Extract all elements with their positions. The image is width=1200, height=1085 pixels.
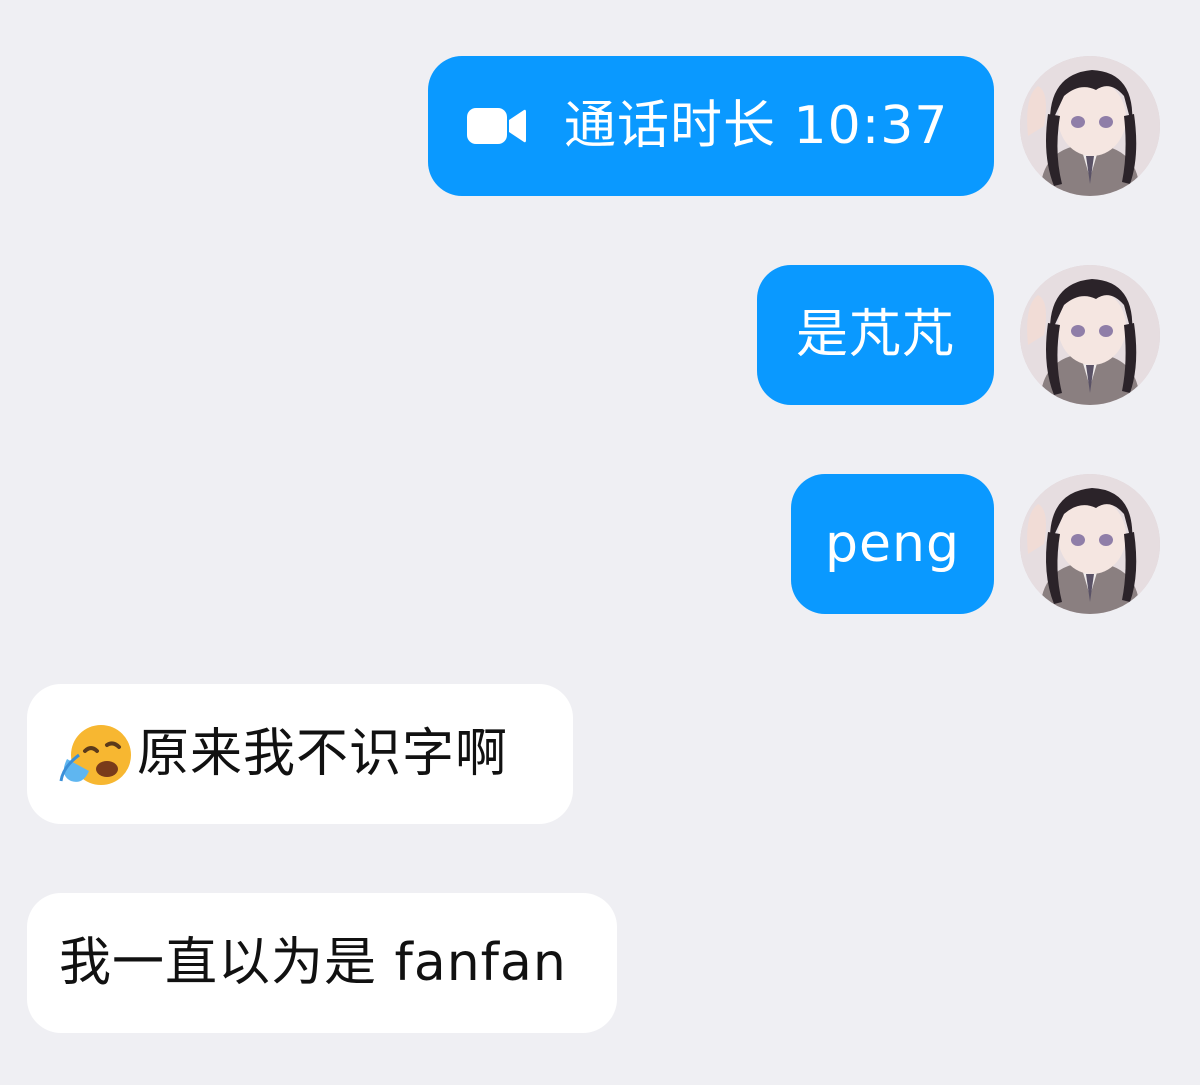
sent-message-bubble[interactable]: 是芃芃 <box>757 265 994 405</box>
message-text: 是芃芃 <box>795 305 955 365</box>
sent-message-bubble[interactable]: peng <box>791 474 994 614</box>
received-message-bubble[interactable]: 原来我不识字啊 <box>27 684 573 824</box>
message-text: peng <box>825 514 960 574</box>
video-camera-icon <box>466 104 526 148</box>
avatar[interactable] <box>1020 265 1160 405</box>
loudly-crying-face-icon <box>57 715 135 793</box>
message-text: 原来我不识字啊 <box>137 724 509 784</box>
call-record-bubble[interactable]: 通话时长 10:37 <box>428 56 994 196</box>
received-message-bubble[interactable]: 我一直以为是 fanfan <box>27 893 617 1033</box>
avatar[interactable] <box>1020 56 1160 196</box>
chat-thread: 通话时长 10:37 是芃芃 peng 原来我不识字啊 我一直以为是 fanfa… <box>0 0 1200 1085</box>
message-text: 我一直以为是 fanfan <box>59 933 567 993</box>
call-duration-text: 通话时长 10:37 <box>564 96 949 156</box>
avatar[interactable] <box>1020 474 1160 614</box>
